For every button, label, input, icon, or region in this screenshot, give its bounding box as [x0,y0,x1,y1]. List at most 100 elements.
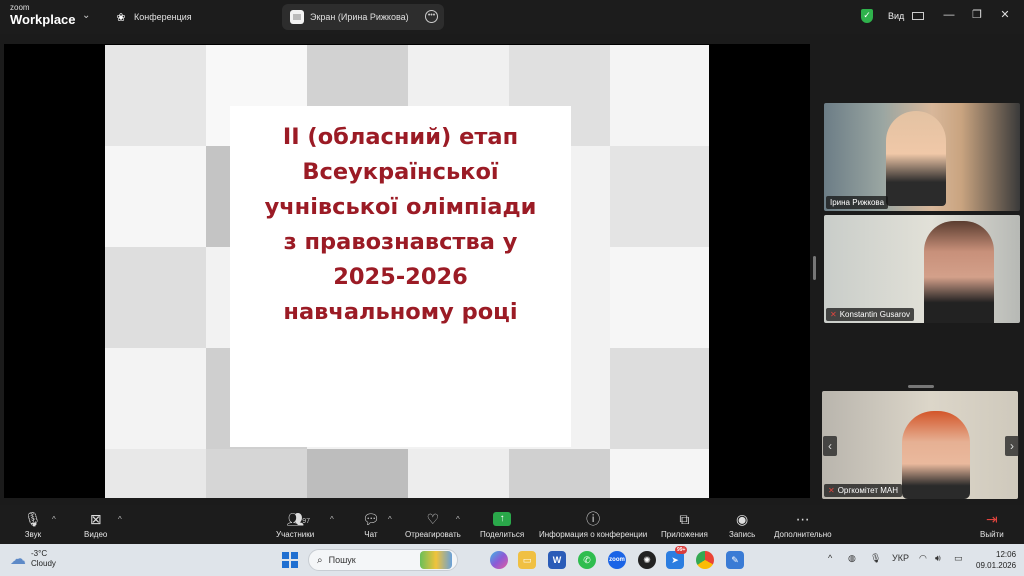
word-icon[interactable]: W [548,551,566,569]
audio-button[interactable]: 🎙︎ Звук [24,509,42,539]
participants-button[interactable]: 👥︎ 97 Участники [276,509,314,539]
share-button[interactable]: ↑ Поделиться [480,509,524,539]
clock[interactable]: 12:06 09.01.2026 [976,549,1016,571]
view-grid-icon [912,12,925,20]
bg-tile [408,449,509,498]
chevron-left-icon[interactable]: ‹ [823,436,837,456]
react-button[interactable]: ♡ Отреагировать [405,509,461,539]
copilot-icon[interactable] [490,551,508,569]
battery-icon[interactable]: ▭ [954,553,963,564]
windows-start-icon[interactable] [282,552,298,568]
chat-icon: 💬︎ [362,511,380,527]
security-icon[interactable]: ◍ [848,553,856,564]
bg-tile [105,348,206,449]
microphone-icon[interactable]: 🎙︎ [870,553,881,564]
apps-icon: ⧉ [679,511,690,527]
chevron-up-icon[interactable]: ^ [456,515,460,524]
bg-tile [610,449,709,498]
brand-small: zoom [10,3,30,12]
video-name-tag: ✕ Konstantin Gusarov [826,308,914,321]
participant-silhouette [924,221,994,323]
video-tile-1[interactable]: Ірина Рижкова [824,103,1020,211]
search-highlight-icon [420,551,452,569]
tab-screen[interactable]: Экран (Ирина Рижкова) ••• [282,4,444,30]
chevron-right-icon[interactable]: › [1005,436,1019,456]
video-tile-3[interactable]: ✕ Оргкомітет МАН [822,391,1018,499]
record-button[interactable]: ◉ Запись [729,509,755,539]
bg-tile [610,247,709,348]
leave-label: Выйти [980,530,1004,539]
language-indicator[interactable]: УКР [892,553,909,563]
chat-label: Чат [364,530,378,539]
participants-icon: 👥︎ 97 [286,509,310,529]
telegram-icon[interactable]: ➤ 99+ [666,546,688,569]
file-explorer-icon[interactable]: ▭ [518,551,536,569]
weather-widget[interactable]: ☁ -3°C Cloudy [10,549,56,569]
meeting-info-button[interactable]: ⓘ Информация о конференции [539,509,647,539]
participant-silhouette [902,411,970,499]
video-label: Видео [84,530,108,539]
presentation-slide: II (обласний) етап Всеукраїнської учнівс… [105,45,709,498]
audio-label: Звук [24,530,42,539]
chevron-up-icon[interactable]: ^ [828,553,832,563]
chevron-down-icon[interactable]: ⌄ [82,10,90,21]
chevron-up-icon[interactable]: ^ [52,515,56,524]
view-button[interactable]: Вид [884,6,928,26]
leave-button[interactable]: ⇥ Выйти [980,509,1004,539]
chat-button[interactable]: 💬︎ Чат [362,509,380,539]
slide-title-card: II (обласний) етап Всеукраїнської учнівс… [230,106,571,447]
participant-name: Оргкомітет МАН [837,486,899,495]
whatsapp-icon[interactable]: ✆ [578,551,596,569]
chatgpt-icon[interactable]: ✺ [638,551,656,569]
os-taskbar: ☁ -3°C Cloudy ⌕ Пошук ▭ W ✆ zoom ✺ ➤ 99+… [0,544,1024,576]
share-label: Поделиться [480,530,525,539]
wifi-icon[interactable]: ◠ [919,553,927,564]
search-icon: ⌕ [317,554,323,566]
bg-tile [610,146,709,247]
video-panel: Ірина Рижкова ✕ Konstantin Gusarov ✕ Орг… [812,44,1024,499]
video-tile-2[interactable]: ✕ Konstantin Gusarov [824,215,1020,323]
chevron-up-icon[interactable]: ^ [330,515,334,524]
more-options-icon[interactable]: ••• [425,10,438,23]
leave-icon: ⇥ [985,511,998,527]
mic-muted-icon: ✕ [828,486,835,495]
resize-handle[interactable] [813,256,816,280]
info-icon: ⓘ [586,511,601,527]
mic-off-icon: 🎙︎ [24,511,42,527]
restore-icon[interactable]: ❐ [966,6,988,24]
shared-screen[interactable]: II (обласний) етап Всеукраїнської учнівс… [4,44,810,498]
heart-icon: ♡ [426,511,440,527]
close-icon[interactable]: ✕ [994,6,1016,24]
info-label: Информация о конференции [539,530,648,539]
bg-tile [105,146,206,247]
zoom-app-icon[interactable]: zoom [608,551,626,569]
video-name-tag: Ірина Рижкова [826,196,889,209]
tab-conference[interactable]: ❀ Конференция [106,4,276,30]
chrome-icon[interactable] [696,551,714,569]
chevron-up-icon[interactable]: ^ [118,515,122,524]
video-name-tag: ✕ Оргкомітет МАН [824,484,903,497]
notification-badge: 99+ [675,546,688,554]
weather-temp: -3°C [31,549,48,558]
resize-handle-horizontal[interactable] [908,385,934,388]
mic-muted-icon: ✕ [830,310,837,319]
slide-title: II (обласний) етап Всеукраїнської учнівс… [264,124,537,325]
tab-conference-label: Конференция [134,12,192,22]
apps-label: Приложения [661,530,708,539]
apps-button[interactable]: ⧉ Приложения [661,509,708,539]
minimize-icon[interactable]: — [938,6,960,24]
zoom-logo[interactable]: zoom Workplace [10,3,76,27]
bg-tile [206,449,307,498]
volume-icon[interactable]: 🔊︎ [935,553,941,564]
chevron-up-icon[interactable]: ^ [388,515,392,524]
meeting-toolbar: 🎙︎ Звук ^ ⊠ Видео ^ 👥︎ 97 Участники ^ 💬︎ … [0,505,1024,544]
video-button[interactable]: ⊠ Видео [84,509,107,539]
more-button[interactable]: ⋯ Дополнительно [774,509,832,539]
clock-time: 12:06 [996,550,1017,559]
snipping-tool-icon[interactable]: ✎ [726,551,744,569]
view-label: Вид [888,11,905,21]
shield-check-icon[interactable]: ✓ [861,9,873,23]
bg-tile [307,449,408,498]
video-off-icon: ⊠ [89,511,102,527]
participant-silhouette [886,111,946,206]
